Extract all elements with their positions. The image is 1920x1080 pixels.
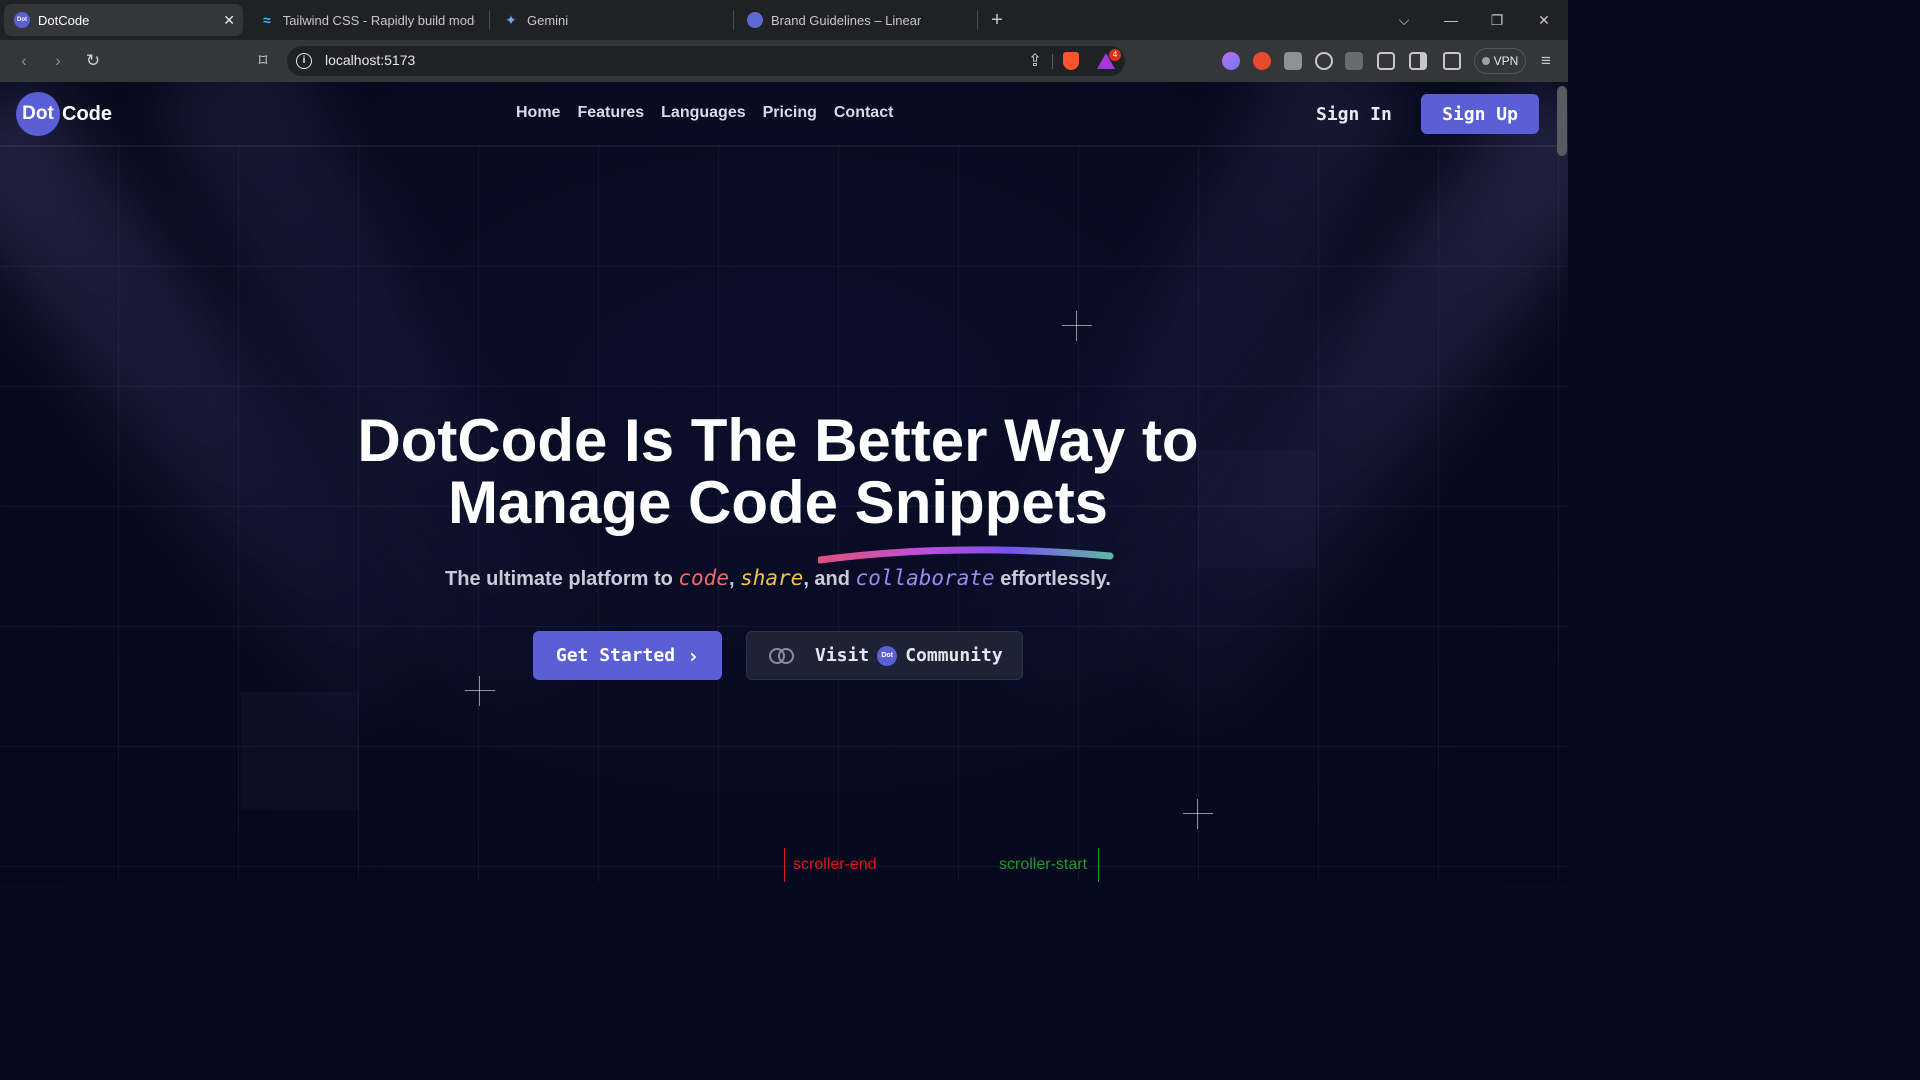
tab-dotcode[interactable]: Dot DotCode ✕ bbox=[4, 4, 243, 36]
logo-code: Code bbox=[62, 102, 112, 125]
get-started-button[interactable]: Get Started › bbox=[533, 631, 722, 680]
extension-target-icon[interactable] bbox=[1315, 52, 1333, 70]
bookmark-icon[interactable]: ⌑ bbox=[253, 51, 273, 71]
restore-icon[interactable]: ❐ bbox=[1487, 10, 1507, 30]
tab-bar: Dot DotCode ✕ ≈ Tailwind CSS - Rapidly b… bbox=[0, 0, 1568, 40]
nav-home[interactable]: Home bbox=[516, 104, 560, 122]
gemini-favicon-icon: ✦ bbox=[505, 11, 517, 28]
extension-copy-icon[interactable] bbox=[1284, 52, 1302, 70]
subtitle-prefix: The ultimate platform to bbox=[445, 568, 673, 590]
leo-ai-icon[interactable] bbox=[1222, 52, 1240, 70]
scroller-start-marker: scroller-start bbox=[999, 848, 1099, 882]
logo-dot: Dot bbox=[16, 92, 60, 136]
tab-search-icon[interactable]: ⌵ bbox=[1394, 10, 1414, 30]
extension-se-icon[interactable] bbox=[1345, 52, 1363, 70]
vpn-button[interactable]: VPN bbox=[1474, 48, 1526, 74]
tailwind-favicon-icon: ≈ bbox=[263, 12, 271, 28]
scroller-end-marker: scroller-end bbox=[784, 848, 877, 882]
subtitle-and: , and bbox=[803, 568, 850, 590]
visit-community-button[interactable]: Visit Dot Community bbox=[746, 631, 1023, 680]
brave-shield-icon[interactable] bbox=[1063, 52, 1079, 70]
nav-languages[interactable]: Languages bbox=[661, 104, 745, 122]
tab-gemini[interactable]: ✦ Gemini bbox=[493, 4, 729, 36]
sparkle-icon bbox=[1062, 311, 1092, 341]
tab-title: Gemini bbox=[527, 12, 569, 28]
dotcode-favicon-icon: Dot bbox=[14, 12, 30, 28]
nav-pricing[interactable]: Pricing bbox=[763, 104, 817, 122]
minimize-icon[interactable]: — bbox=[1441, 10, 1461, 30]
rings-icon bbox=[769, 647, 795, 664]
extensions-icon[interactable] bbox=[1377, 52, 1395, 70]
linear-favicon-icon bbox=[747, 12, 763, 28]
new-tab-button[interactable]: + bbox=[987, 10, 1007, 30]
hero-title: DotCode Is The Better Way to Manage Code… bbox=[0, 410, 1556, 534]
browser-toolbar: ‹ › ↻ ⌑ i localhost:5173 ⇪ 4 VPN ≡ bbox=[0, 40, 1568, 82]
tab-title: Tailwind CSS - Rapidly build modern bbox=[282, 12, 475, 28]
chevron-right-icon: › bbox=[687, 643, 700, 668]
nav-features[interactable]: Features bbox=[577, 104, 644, 122]
site-logo[interactable]: Dot Code bbox=[16, 92, 112, 136]
tab-title: DotCode bbox=[38, 12, 90, 28]
close-window-icon[interactable]: ✕ bbox=[1534, 10, 1554, 30]
hero-subtitle: The ultimate platform to code, share, an… bbox=[0, 566, 1556, 591]
share-icon[interactable]: ⇪ bbox=[1025, 51, 1045, 71]
divider bbox=[1052, 54, 1053, 69]
sparkle-icon bbox=[1183, 799, 1213, 829]
close-tab-icon[interactable]: ✕ bbox=[223, 12, 235, 29]
subtitle-comma: , bbox=[728, 568, 735, 590]
sign-in-button[interactable]: Sign In bbox=[1316, 104, 1392, 125]
hero-title-line1: DotCode Is The Better Way to bbox=[357, 407, 1199, 474]
nav-links: Home Features Languages Pricing Contact bbox=[516, 104, 893, 122]
forward-icon[interactable]: › bbox=[48, 51, 68, 71]
gradient-underline bbox=[818, 546, 1114, 564]
back-icon[interactable]: ‹ bbox=[14, 51, 34, 71]
sparkle-icon bbox=[465, 676, 495, 706]
notification-badge: 4 bbox=[1109, 49, 1121, 61]
tab-separator bbox=[733, 10, 734, 30]
hero-title-line2: Manage Code Snippets bbox=[447, 469, 1109, 536]
tab-title: Brand Guidelines – Linear bbox=[771, 12, 922, 28]
site-info-icon[interactable]: i bbox=[296, 53, 312, 69]
community-label: Community bbox=[905, 645, 1003, 666]
page-scrollbar[interactable] bbox=[1557, 86, 1567, 156]
tab-linear[interactable]: Brand Guidelines – Linear bbox=[737, 4, 973, 36]
vpn-status-icon bbox=[1481, 57, 1490, 65]
address-bar[interactable]: i localhost:5173 ⇪ 4 bbox=[287, 46, 1125, 76]
site-navbar: Dot Code Home Features Languages Pricing… bbox=[0, 82, 1568, 146]
vpn-label: VPN bbox=[1493, 54, 1519, 68]
menu-icon[interactable]: ≡ bbox=[1536, 51, 1556, 71]
sign-up-button[interactable]: Sign Up bbox=[1421, 94, 1539, 134]
visit-label: Visit bbox=[815, 645, 870, 666]
tab-separator bbox=[489, 10, 490, 30]
browser-chrome: Dot DotCode ✕ ≈ Tailwind CSS - Rapidly b… bbox=[0, 0, 1568, 82]
tab-separator bbox=[977, 10, 978, 30]
word-share: share bbox=[740, 566, 804, 590]
wallet-icon[interactable] bbox=[1443, 52, 1461, 70]
reload-icon[interactable]: ↻ bbox=[83, 51, 103, 71]
url-text[interactable]: localhost:5173 bbox=[325, 52, 415, 68]
word-collaborate: collaborate bbox=[855, 566, 995, 590]
word-code: code bbox=[678, 566, 729, 590]
nav-contact[interactable]: Contact bbox=[834, 104, 894, 122]
tab-tailwind[interactable]: ≈ Tailwind CSS - Rapidly build modern bbox=[249, 4, 485, 36]
extension-fire-icon[interactable] bbox=[1253, 52, 1271, 70]
sidebar-icon[interactable] bbox=[1409, 52, 1427, 70]
get-started-label: Get Started bbox=[555, 645, 676, 666]
grid-highlight bbox=[241, 692, 359, 810]
subtitle-suffix: effortlessly. bbox=[1000, 568, 1111, 590]
dot-logo-icon: Dot bbox=[877, 645, 898, 666]
webpage: Dot Code Home Features Languages Pricing… bbox=[0, 82, 1568, 882]
